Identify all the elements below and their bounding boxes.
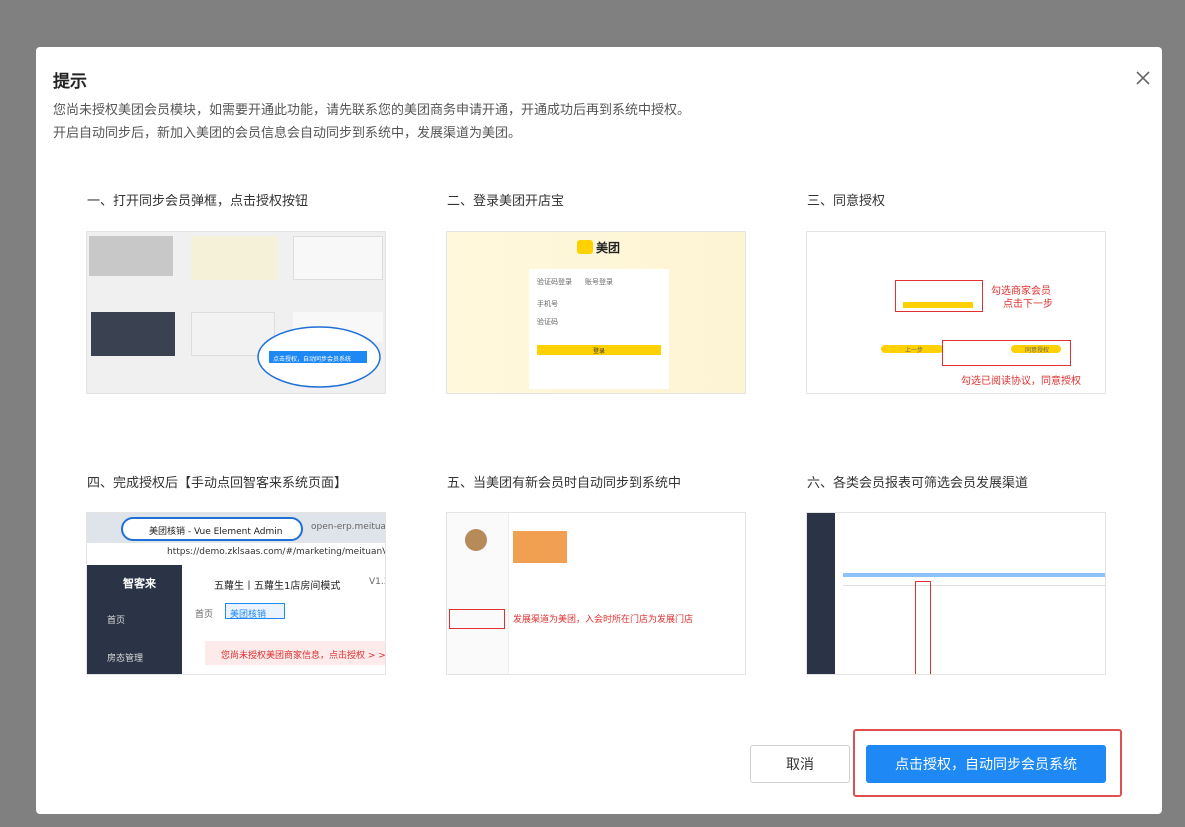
authorization-dialog: 提示 您尚未授权美团会员模块，如需要开通此功能，请先联系您的美团商务申请开通，开… <box>36 47 1162 814</box>
step-2-label: 二、登录美团开店宝 <box>447 194 565 209</box>
step-1-label: 一、打开同步会员弹框，点击授权按钮 <box>87 194 309 209</box>
step-3-label: 三、同意授权 <box>807 194 886 209</box>
step-1-thumb-button: 点击授权，自动同步会员系统 <box>273 356 352 363</box>
code-field-label: 验证码 <box>537 318 558 326</box>
dialog-title: 提示 <box>53 72 87 92</box>
phone-field-label: 手机号 <box>537 300 558 308</box>
step-5-label: 五、当美团有新会员时自动同步到系统中 <box>447 476 682 491</box>
version: V1.3.43 <box>369 577 385 587</box>
agree-button-label: 同意授权 <box>1025 347 1050 354</box>
warning-text: 您尚未授权美团商家信息，点击授权 > > <box>221 651 386 661</box>
step-4-screenshot: 美团核销 - Vue Element Admin open-erp.meitua… <box>86 512 386 675</box>
dialog-description-1: 您尚未授权美团会员模块，如需要开通此功能，请先联系您的美团商务申请开通，开通成功… <box>53 103 691 118</box>
member-card <box>513 531 567 563</box>
tag-home: 首页 <box>195 610 214 620</box>
step-3-note-1b: 点击下一步 <box>1003 299 1053 310</box>
step-4-label: 四、完成授权后【手动点回智客来系统页面】 <box>87 476 348 491</box>
meituan-logo-icon <box>577 240 593 254</box>
browser-tab-title: 美团核销 - Vue Element Admin <box>149 527 283 537</box>
highlight-column <box>915 581 931 674</box>
warning-banner: 您尚未授权美团商家信息，点击授权 > > <box>205 641 386 665</box>
step-3-note-2: 勾选已阅读协议，同意授权 <box>961 376 1081 387</box>
tag-meituan-label: 美团核销 <box>230 610 267 620</box>
close-icon[interactable] <box>1134 69 1152 87</box>
browser-tab: 美团核销 - Vue Element Admin <box>121 517 303 541</box>
menu-room: 房态管理 <box>107 654 144 664</box>
meituan-brand: 美团 <box>596 241 621 255</box>
login-button: 登录 <box>537 345 661 355</box>
highlight-box-2 <box>942 340 1071 366</box>
step-3-screenshot: 勾选商家会员 点击下一步 上一步 同意授权 勾选已阅读协议，同意授权 <box>806 231 1106 394</box>
tab-account-login: 账号登录 <box>585 278 613 286</box>
step-1-screenshot: 点击授权，自动同步会员系统 <box>86 231 386 394</box>
step-6-label: 六、各类会员报表可筛选会员发展渠道 <box>807 476 1029 491</box>
address-bar-url: https://demo.zklsaas.com/#/marketing/mei… <box>167 547 386 557</box>
tab-sms-login: 验证码登录 <box>537 278 572 286</box>
store-name: 五蘿生丨五蘿生1店房间模式 <box>214 581 341 592</box>
step-5-screenshot: 发展渠道为美团，入会时所在门店为发展门店 <box>446 512 746 675</box>
prev-button-label: 上一步 <box>905 347 924 354</box>
highlight-box <box>449 609 505 629</box>
other-tab-url: open-erp.meituan.co <box>311 522 386 532</box>
app-logo: 智客来 <box>123 577 156 590</box>
avatar <box>465 529 487 551</box>
step-6-screenshot <box>806 512 1106 675</box>
authorize-button[interactable]: 点击授权，自动同步会员系统 <box>866 745 1106 783</box>
tag-meituan: 美团核销 <box>225 603 285 620</box>
cancel-button[interactable]: 取消 <box>750 745 850 783</box>
menu-home: 首页 <box>107 616 126 626</box>
dialog-description-2: 开启自动同步后，新加入美团的会员信息会自动同步到系统中，发展渠道为美团。 <box>53 126 522 141</box>
step-5-note: 发展渠道为美团，入会时所在门店为发展门店 <box>513 615 694 625</box>
step-2-screenshot: 美团 验证码登录 账号登录 手机号 验证码 登录 <box>446 231 746 394</box>
login-button-label: 登录 <box>593 348 606 355</box>
app-sidebar: 智客来 首页 房态管理 <box>87 565 182 674</box>
login-card: 验证码登录 账号登录 手机号 验证码 登录 <box>529 269 669 389</box>
report-sidebar <box>807 513 835 674</box>
